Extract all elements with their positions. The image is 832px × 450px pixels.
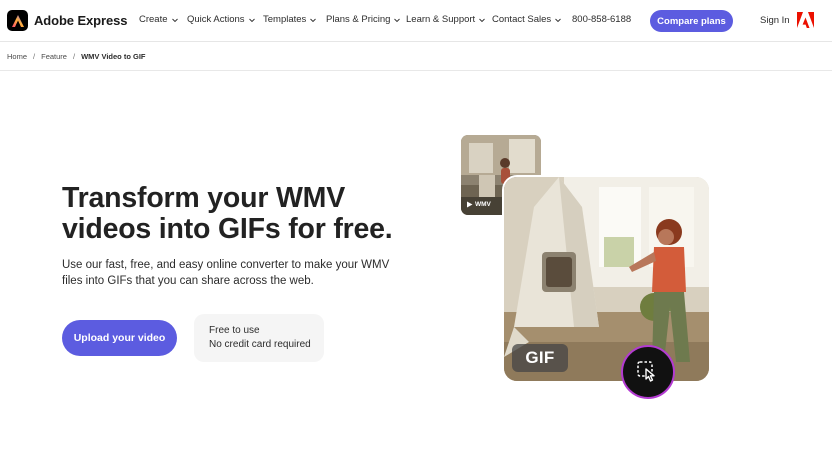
chevron-down-icon: [479, 18, 486, 22]
wmv-format-badge: WMV: [466, 201, 491, 208]
breadcrumb-home[interactable]: Home: [7, 52, 27, 61]
phone-number-link[interactable]: 800-858-6188: [572, 14, 631, 25]
breadcrumb: Home / Feature / WMV Video to GIF: [7, 52, 146, 61]
nav-learn-support[interactable]: Learn & Support: [406, 14, 486, 25]
wmv-format-label: WMV: [475, 201, 491, 208]
upload-video-button[interactable]: Upload your video: [62, 320, 177, 356]
pricing-note-box: Free to use No credit card required: [194, 314, 324, 362]
nav-plans-pricing[interactable]: Plans & Pricing: [326, 14, 401, 25]
brand-logo-link[interactable]: Adobe Express: [7, 10, 127, 31]
convert-action-button[interactable]: [621, 345, 675, 399]
nav-create-label: Create: [139, 14, 168, 25]
adobe-express-logo-icon: [7, 10, 28, 31]
breadcrumb-bar: Home / Feature / WMV Video to GIF: [0, 43, 832, 71]
nav-contact-sales[interactable]: Contact Sales: [492, 14, 562, 25]
nav-contact-sales-label: Contact Sales: [492, 14, 552, 25]
free-to-use-text: Free to use: [209, 325, 260, 336]
chevron-down-icon: [555, 18, 561, 22]
top-navigation: Adobe Express Create Quick Actions Templ…: [0, 0, 832, 42]
nav-create[interactable]: Create: [139, 14, 179, 25]
chevron-down-icon: [248, 18, 255, 22]
no-credit-card-text: No credit card required: [209, 339, 311, 350]
compare-plans-button[interactable]: Compare plans: [650, 10, 733, 32]
hero-title-line-2: videos into GIFs for free.: [62, 213, 393, 245]
chevron-down-icon: [171, 18, 178, 22]
chevron-down-icon: [394, 18, 401, 22]
nav-templates-label: Templates: [263, 14, 307, 25]
nav-learn-support-label: Learn & Support: [406, 14, 476, 25]
tap-select-icon: [637, 361, 655, 382]
nav-plans-pricing-label: Plans & Pricing: [326, 14, 391, 25]
breadcrumb-separator: /: [33, 52, 36, 61]
hero-title: Transform your WMV videos into GIFs for …: [62, 183, 393, 245]
nav-templates[interactable]: Templates: [263, 14, 317, 25]
hero-subtitle: Use our fast, free, and easy online conv…: [62, 259, 390, 287]
breadcrumb-feature[interactable]: Feature: [41, 52, 67, 61]
adobe-logo-icon[interactable]: [797, 12, 814, 28]
nav-quick-actions[interactable]: Quick Actions: [187, 14, 256, 25]
play-icon: [467, 201, 473, 208]
brand-name: Adobe Express: [34, 13, 128, 28]
nav-quick-actions-label: Quick Actions: [187, 14, 245, 25]
breadcrumb-separator: /: [72, 52, 76, 61]
breadcrumb-current: WMV Video to GIF: [81, 52, 146, 61]
gif-format-badge: GIF: [512, 344, 568, 372]
chevron-down-icon: [310, 18, 317, 22]
hero-title-line-1: Transform your WMV: [62, 182, 346, 214]
sign-in-link[interactable]: Sign In: [760, 15, 790, 26]
